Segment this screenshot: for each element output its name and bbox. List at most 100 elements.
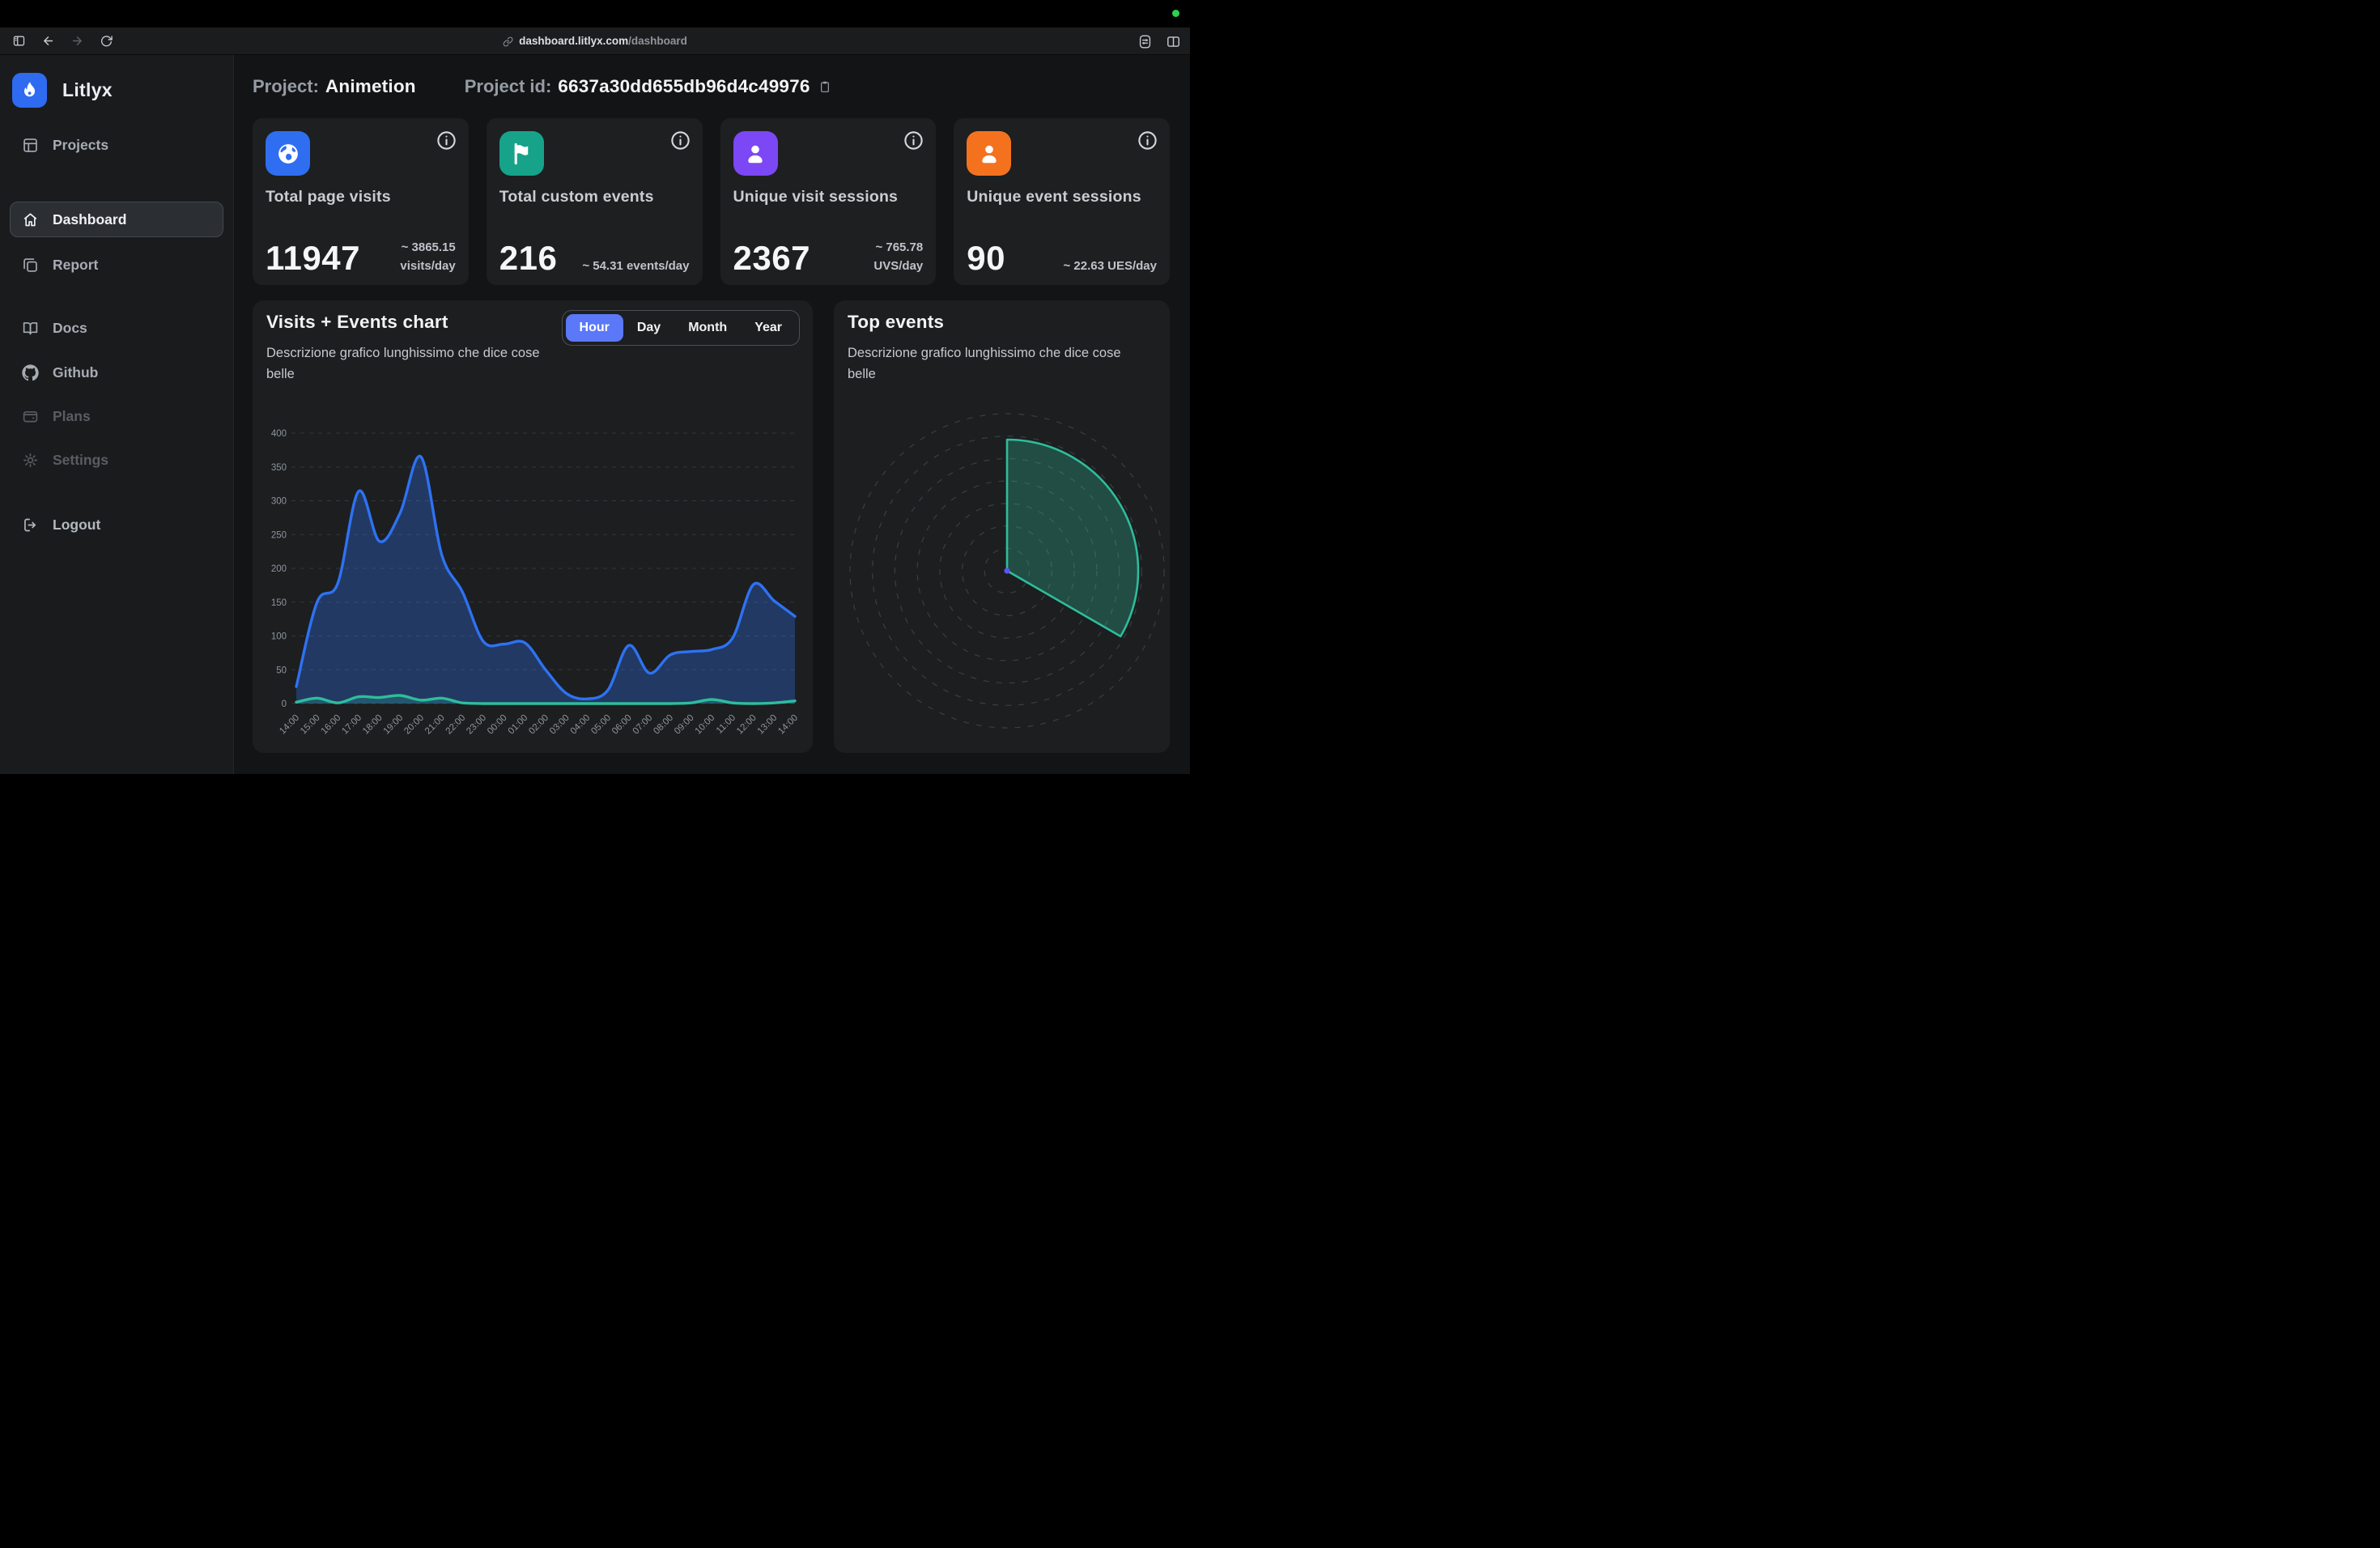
wallet-icon <box>22 408 39 425</box>
stat-card-value: 2367 <box>733 241 810 275</box>
x-tick-label: 13:00 <box>756 713 780 737</box>
top-events-panel: Top events Descrizione grafico lunghissi… <box>834 300 1170 753</box>
sidebar-toggle-icon[interactable] <box>10 32 28 50</box>
sidebar-item-dashboard[interactable]: Dashboard <box>10 202 223 237</box>
x-tick-label: 11:00 <box>715 713 737 736</box>
y-tick-label: 400 <box>271 429 287 439</box>
layout-icon <box>22 137 39 154</box>
sidebar-item-label: Docs <box>53 320 87 337</box>
visits-chart-subtitle: Descrizione grafico lunghissimo che dice… <box>266 342 562 385</box>
info-icon <box>669 130 691 151</box>
y-tick-label: 0 <box>282 700 287 709</box>
stat-card-title: Total page visits <box>266 188 456 206</box>
stat-card-value: 11947 <box>266 241 360 275</box>
sidebar-item-report[interactable]: Report <box>10 247 223 283</box>
stat-card: Total page visits 11947 ~ 3865.15visits/da… <box>253 118 469 285</box>
x-tick-label: 10:00 <box>694 713 717 737</box>
sidebar-item-projects[interactable]: Projects <box>10 127 223 163</box>
settings-icon <box>22 452 39 469</box>
top-events-subtitle: Descrizione grafico lunghissimo che dice… <box>848 342 1143 385</box>
sidebar-item-github[interactable]: Github <box>10 355 223 390</box>
stat-card-value: 216 <box>499 241 558 275</box>
home-icon <box>22 211 39 228</box>
github-icon <box>22 364 39 381</box>
sidebar-item-label: Settings <box>53 452 108 469</box>
project-id-label: Project id: <box>465 76 552 97</box>
main-content: Project: Animetion Project id: 6637a30dd… <box>234 55 1190 774</box>
x-tick-label: 08:00 <box>652 713 675 737</box>
brand-name: Litlyx <box>62 79 113 101</box>
sidebar-item-plans[interactable]: Plans <box>10 398 223 434</box>
sidebar-item-label: Projects <box>53 137 108 154</box>
report-icon <box>22 257 39 274</box>
y-tick-label: 150 <box>271 598 287 608</box>
status-dot <box>1172 10 1179 17</box>
tab-year[interactable]: Year <box>741 314 796 342</box>
stat-card-rate: ~ 22.63 UES/day <box>1064 257 1158 275</box>
logout-icon <box>22 517 39 534</box>
event-sector[interactable] <box>1007 440 1138 636</box>
event-sector-small[interactable] <box>1004 568 1009 573</box>
back-icon[interactable] <box>39 32 57 50</box>
tab-day[interactable]: Day <box>623 314 674 342</box>
forward-icon[interactable] <box>68 32 86 50</box>
url-path: /dashboard <box>628 35 687 47</box>
info-icon <box>436 130 457 151</box>
visits-events-chart: 05010015020025030035040014:0015:0016:001… <box>262 422 803 746</box>
sidebar-item-label: Github <box>53 364 98 381</box>
y-tick-label: 100 <box>271 632 287 642</box>
x-tick-label: 07:00 <box>631 713 655 737</box>
sidebar-item-label: Dashboard <box>53 211 126 228</box>
tab-month[interactable]: Month <box>674 314 741 342</box>
stat-card-rate: ~ 3865.15visits/day <box>400 238 455 276</box>
x-tick-label: 22:00 <box>444 713 468 737</box>
visits-chart-title: Visits + Events chart <box>266 312 448 333</box>
globe-icon <box>266 131 310 176</box>
brand: Litlyx <box>0 55 233 108</box>
visits-series-area <box>296 456 795 704</box>
x-tick-label: 04:00 <box>569 713 593 737</box>
stat-card: Unique visit sessions2367~ 765.78UVS/day <box>720 118 937 285</box>
x-tick-label: 09:00 <box>673 713 696 737</box>
flag-icon <box>499 131 544 176</box>
url-host: dashboard.litlyx.com <box>519 35 628 47</box>
top-events-title: Top events <box>848 312 944 333</box>
y-tick-label: 350 <box>271 463 287 473</box>
copy-project-id-button[interactable] <box>818 80 831 93</box>
sidebar-item-label: Report <box>53 257 98 274</box>
stat-card: Unique event sessions90~ 22.63 UES/day <box>954 118 1170 285</box>
info-icon[interactable] <box>436 130 457 151</box>
time-range-tabs: HourDayMonthYear <box>562 310 800 346</box>
project-name: Animetion <box>325 76 416 97</box>
address-bar[interactable]: dashboard.litlyx.com/dashboard <box>503 28 687 55</box>
titlebar <box>0 0 1190 28</box>
reload-icon[interactable] <box>97 32 115 50</box>
sidebar-item-settings[interactable]: Settings <box>10 442 223 478</box>
x-tick-label: 23:00 <box>465 713 488 737</box>
x-tick-label: 06:00 <box>610 713 634 737</box>
sidebar-item-logout[interactable]: Logout <box>10 507 223 542</box>
split-view-icon[interactable] <box>1164 32 1182 50</box>
info-icon[interactable] <box>1137 130 1158 151</box>
project-label: Project: <box>253 76 319 97</box>
sidebar-item-docs[interactable]: Docs <box>10 310 223 346</box>
project-id: 6637a30dd655db96d4c49976 <box>558 76 810 97</box>
link-icon <box>503 36 513 47</box>
stat-card-title: Unique event sessions <box>967 188 1157 206</box>
visits-events-panel: Visits + Events chart Descrizione grafic… <box>253 300 813 753</box>
page-settings-icon[interactable] <box>1136 32 1154 50</box>
stat-card-title: Total custom events <box>499 188 690 206</box>
y-tick-label: 50 <box>276 666 287 675</box>
stat-cards-row: Total page visits 11947 ~ 3865.15visits/da… <box>253 118 1170 285</box>
stat-card-title: Unique visit sessions <box>733 188 924 206</box>
x-tick-label: 05:00 <box>589 713 613 737</box>
clipboard-icon <box>818 80 831 93</box>
sidebar-item-label: Logout <box>53 517 100 534</box>
tab-hour[interactable]: Hour <box>566 314 623 342</box>
info-icon[interactable] <box>669 130 691 151</box>
docs-icon <box>22 320 39 337</box>
info-icon[interactable] <box>903 130 924 151</box>
x-tick-label: 14:00 <box>776 713 800 737</box>
x-tick-label: 18:00 <box>361 713 385 737</box>
x-tick-label: 03:00 <box>548 713 572 737</box>
